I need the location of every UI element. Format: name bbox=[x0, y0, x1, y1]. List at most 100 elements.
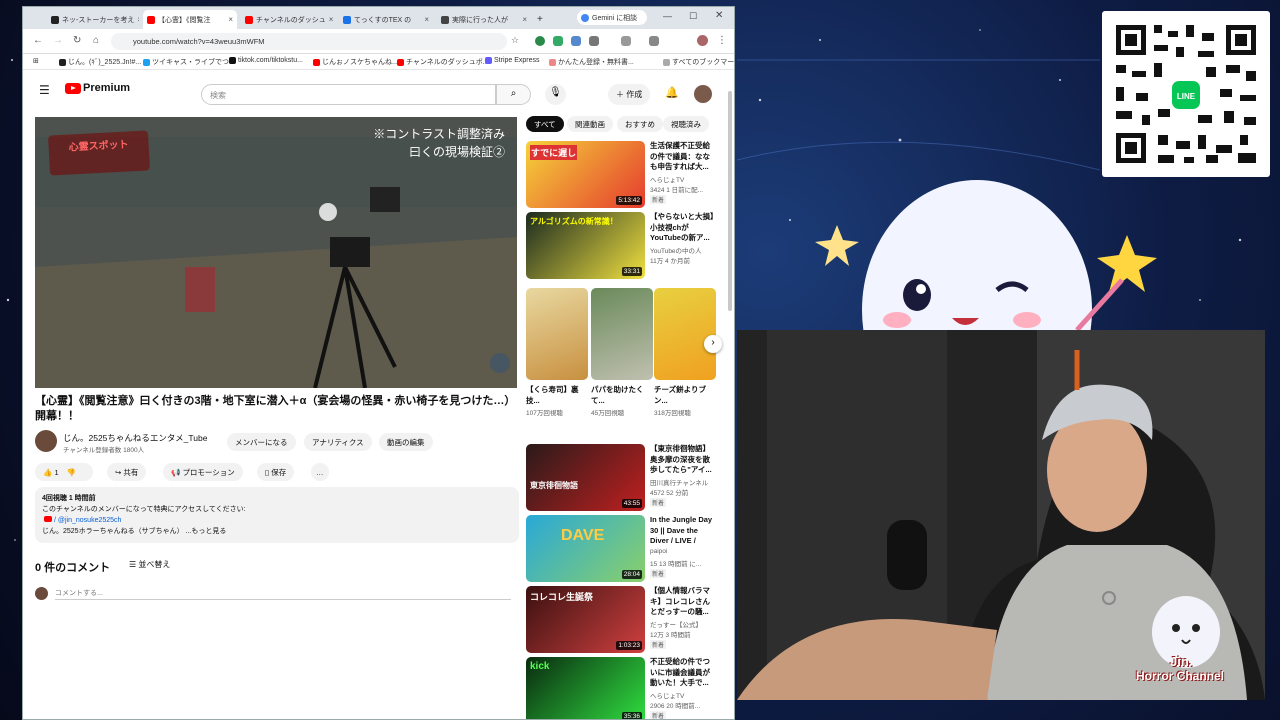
key-icon[interactable] bbox=[649, 36, 659, 46]
chip-watched[interactable]: 視聴済み bbox=[663, 116, 709, 132]
close-icon[interactable]: × bbox=[519, 15, 527, 24]
close-icon[interactable]: × bbox=[421, 15, 429, 24]
home-icon[interactable]: ⌂ bbox=[93, 35, 99, 46]
member-button[interactable]: メンバーになる bbox=[227, 433, 296, 451]
search-input[interactable]: 検索 bbox=[201, 84, 496, 105]
comment-input[interactable]: コメントする... bbox=[55, 588, 511, 600]
recommendation-card[interactable]: すでに遅し 5:13:42 生活保護不正受給の件で議員：ななも申告すれば大... … bbox=[526, 141, 716, 209]
short-card[interactable]: 【くら寿司】裏技... 107万回視聴 bbox=[526, 288, 588, 417]
more-actions-button[interactable]: … bbox=[311, 463, 329, 481]
video-thumbnail: コレコレ生誕祭 1:03:23 bbox=[526, 586, 645, 653]
video-channel: paipoi bbox=[650, 548, 668, 555]
search-icon[interactable]: ⌕ bbox=[496, 84, 531, 105]
share-button[interactable]: ↪ 共有 bbox=[107, 463, 147, 481]
sort-label: 並べ替え bbox=[138, 560, 171, 569]
short-views: 318万回視聴 bbox=[654, 410, 691, 417]
edit-video-button[interactable]: 動画の編集 bbox=[379, 433, 433, 451]
extension-icon[interactable] bbox=[553, 36, 563, 46]
url-input[interactable]: youtube.com/watch?v=43weuu3mWFM bbox=[111, 33, 507, 50]
tab-2-label: 【心霊】《閲覧注 bbox=[158, 16, 211, 24]
tab-2[interactable]: 【心霊】《閲覧注 × bbox=[143, 10, 237, 29]
new-tab-button[interactable]: + bbox=[533, 10, 547, 29]
bookmark-icon: ▯ bbox=[265, 467, 270, 477]
create-button[interactable]: ＋ 作成 bbox=[608, 84, 651, 105]
video-duration: 5:13:42 bbox=[616, 196, 642, 205]
recommendation-card[interactable]: アルゴリズムの新常識！ 33:31 【やらないと大損】小技視chが YouTube… bbox=[526, 212, 716, 280]
extension-icon[interactable] bbox=[589, 36, 599, 46]
bookmark-7-label: かんたん登録・無料書... bbox=[558, 59, 634, 66]
watermark-text: Jin. bbox=[1170, 654, 1193, 669]
promote-label: プロモーション bbox=[182, 467, 235, 477]
save-button[interactable]: ▯ 保存 bbox=[257, 463, 295, 481]
promote-button[interactable]: 📢 プロモーション bbox=[163, 463, 243, 481]
reload-icon[interactable]: ↻ bbox=[73, 35, 81, 46]
short-card[interactable]: チーズ餅よりブン... 318万回視聴 bbox=[654, 288, 716, 417]
minimize-icon[interactable]: — bbox=[663, 11, 672, 21]
maximize-icon[interactable]: ☐ bbox=[689, 11, 697, 22]
bookmark-all[interactable]: すべてのブックマーク bbox=[663, 57, 734, 67]
video-title: 生活保護不正受給の件で議員：ななも申告すれば大... bbox=[650, 141, 710, 171]
close-icon[interactable]: × bbox=[326, 15, 334, 24]
video-thumbnail: すでに遅し 5:13:42 bbox=[526, 141, 645, 208]
qr-pattern: LINE bbox=[1116, 25, 1256, 163]
profile-avatar[interactable] bbox=[697, 35, 708, 46]
youtube-logo[interactable]: Premium bbox=[65, 82, 130, 94]
bookmark-5[interactable]: チャンネルのダッシュボ... bbox=[397, 57, 489, 67]
bookmark-4[interactable]: じんぉノスケちゃんね... bbox=[313, 57, 398, 67]
bookmark-6[interactable]: Stripe Express bbox=[485, 57, 540, 64]
description-box[interactable]: 4回視聴 1 時間前 このチャンネルのメンバーになって特典にアクセスしてください… bbox=[35, 487, 519, 543]
bookmark-2[interactable]: ツイキャス・ライブでつ... bbox=[143, 57, 235, 67]
menu-dots-icon[interactable]: ⋮ bbox=[717, 35, 727, 46]
forward-icon[interactable]: → bbox=[53, 35, 63, 46]
like-button[interactable]: 👍 1 👎 bbox=[35, 463, 93, 481]
chip-all[interactable]: すべて bbox=[526, 116, 564, 132]
account-avatar[interactable] bbox=[694, 85, 712, 103]
tab-1[interactable]: ネッ-ストーカーを考え× bbox=[47, 10, 139, 29]
star-icon[interactable]: ☆ bbox=[511, 35, 519, 46]
extension-icon[interactable] bbox=[535, 36, 545, 46]
scrollbar[interactable] bbox=[728, 91, 732, 311]
chevron-right-icon[interactable]: › bbox=[704, 335, 722, 353]
thumbs-down-icon[interactable]: 👎 bbox=[67, 468, 76, 477]
description-link[interactable]: / @jin_nosuke2525ch bbox=[54, 517, 121, 524]
gemini-button[interactable]: Gemini に相談 bbox=[577, 10, 647, 25]
commenter-avatar bbox=[35, 587, 48, 600]
microphone-icon[interactable]: 🎙 bbox=[545, 84, 566, 105]
bookmark-3[interactable]: tiktok.com/tiktokstu... bbox=[229, 57, 303, 64]
search-placeholder: 検索 bbox=[210, 91, 226, 100]
recommendation-card[interactable]: コレコレ生誕祭 1:03:23 【個人情報バラマキ】コレコレさんとだっすーの騒..… bbox=[526, 586, 716, 654]
chip-recommended[interactable]: おすすめ bbox=[617, 116, 663, 132]
thumbnail-text: すでに遅し bbox=[530, 145, 578, 160]
bookmark-1[interactable]: じん。(ｷﾞ)_2525.Jn!#... bbox=[59, 57, 141, 67]
chip-related[interactable]: 関連動画 bbox=[567, 116, 613, 132]
puzzle-icon[interactable] bbox=[621, 36, 631, 46]
tab-4[interactable]: てっくすのTEX の × bbox=[339, 10, 433, 29]
new-badge: 新着 bbox=[650, 640, 667, 649]
video-thumbnail: DAVE 28:04 bbox=[526, 515, 645, 582]
back-icon[interactable]: ← bbox=[33, 35, 43, 46]
url-text: youtube.com/watch?v=43weuu3mWFM bbox=[133, 37, 265, 46]
window-close-icon[interactable]: ✕ bbox=[715, 10, 723, 21]
bookmark-7[interactable]: かんたん登録・無料書... bbox=[549, 57, 634, 67]
short-thumbnail bbox=[526, 288, 588, 380]
extension-icon[interactable] bbox=[571, 36, 581, 46]
recommendation-card[interactable]: DAVE 28:04 In the Jungle Day 30 || Dave t… bbox=[526, 515, 716, 583]
short-card[interactable]: パパを助けたくて... 45万回視聴 bbox=[591, 288, 653, 417]
video-player[interactable]: 心霊スポット ※コントラスト調整済み 曰くの現場検証② bbox=[35, 117, 517, 388]
sort-button[interactable]: ☰ 並べ替え bbox=[129, 559, 170, 570]
video-overlay-subtext: 曰くの現場検証② bbox=[408, 145, 505, 159]
recommendation-card[interactable]: kick 35:36 不正受給の件でついに市議会議員が動いた！大手で... へらじ… bbox=[526, 657, 716, 719]
horror-spot-badge: 心霊スポット bbox=[48, 130, 150, 176]
analytics-button[interactable]: アナリティクス bbox=[304, 433, 372, 451]
tab-3[interactable]: チャンネルのダッシュ × bbox=[241, 10, 335, 29]
gemini-icon bbox=[581, 13, 589, 22]
close-icon[interactable]: × bbox=[225, 15, 233, 24]
channel-name[interactable]: じん。2525ちゃんねるエンタメ_Tube bbox=[63, 432, 207, 444]
close-icon[interactable]: × bbox=[134, 15, 139, 24]
recommendation-card[interactable]: 東京徘徊物語 43:55 【東京徘徊物語】奥多摩の深夜を散歩してたら"アイ... … bbox=[526, 444, 716, 512]
apps-icon[interactable]: ⊞ bbox=[33, 57, 39, 65]
tab-5[interactable]: 実際に行った人が × bbox=[437, 10, 531, 29]
channel-avatar[interactable] bbox=[35, 430, 57, 452]
bell-icon[interactable]: 🔔 bbox=[665, 86, 679, 99]
hamburger-menu-icon[interactable]: ☰ bbox=[39, 83, 50, 97]
